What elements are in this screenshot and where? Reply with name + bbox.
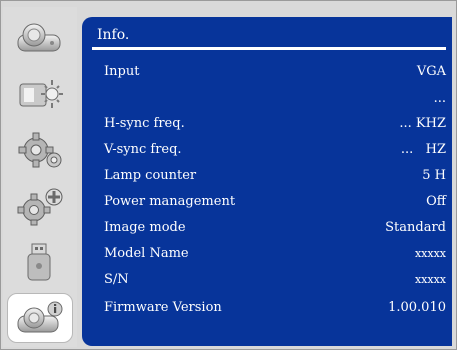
info-row-blank: ... [104,87,446,109]
info-row-power-management: Power management Off [104,190,446,212]
row-label: Image mode [104,219,186,235]
row-value: VGA [416,63,446,79]
row-label: S/N [104,271,129,287]
row-label: Lamp counter [104,167,197,183]
info-row-model-name: Model Name xxxxx [104,242,446,264]
brightness-icon [19,80,63,108]
row-label: Input [104,63,140,79]
info-row-hsync: H-sync freq. ... KHZ [104,112,446,134]
row-value: 5 H [422,167,446,183]
row-label: H-sync freq. [104,115,185,131]
row-value: ... HZ [400,141,446,157]
info-row-serial-number: S/N xxxxx [104,268,446,290]
panel-title: Info. [97,27,130,43]
row-value: Off [426,193,446,209]
title-divider [92,47,446,50]
info-row-vsync: V-sync freq. ... HZ [104,138,446,160]
projector-info-icon [17,301,63,333]
projector-icon [17,23,61,52]
osd-menu-window: Info. Input VGA ... H-sync freq. ... KHZ… [0,0,457,350]
gear-plus-icon [17,188,63,226]
row-label: V-sync freq. [104,141,182,157]
row-value: xxxxx [414,246,446,260]
gear-icon [18,132,62,168]
row-value: ... [433,90,446,106]
sidebar-item-picture[interactable] [7,13,73,63]
sidebar-item-advanced[interactable] [7,181,73,231]
row-label: Power management [104,193,236,209]
sidebar-item-info[interactable] [7,293,73,343]
info-row-input: Input VGA [104,60,446,82]
row-label: Firmware Version [104,299,222,315]
row-value: ... KHZ [399,115,446,131]
info-panel: Info. Input VGA ... H-sync freq. ... KHZ… [82,17,452,346]
row-label: Model Name [104,245,189,261]
sidebar [3,7,77,347]
row-value: 1.00.010 [388,299,446,315]
sidebar-item-settings[interactable] [7,125,73,175]
info-row-firmware-version: Firmware Version 1.00.010 [104,296,446,318]
sidebar-item-usb[interactable] [7,237,73,287]
info-row-lamp-counter: Lamp counter 5 H [104,164,446,186]
row-value: xxxxx [414,272,446,286]
info-row-image-mode: Image mode Standard [104,216,446,238]
sidebar-item-setup[interactable] [7,69,73,119]
row-value: Standard [385,219,446,235]
usb-drive-icon [27,243,51,281]
